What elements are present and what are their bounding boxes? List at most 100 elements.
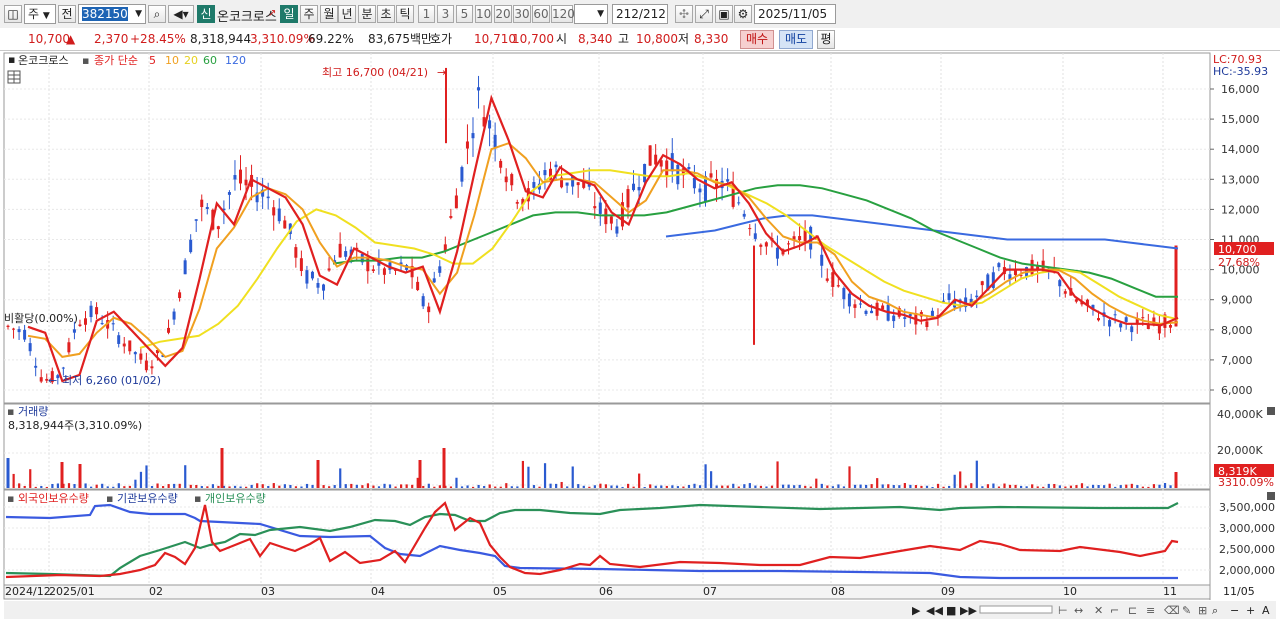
x-label-04: 04 (371, 585, 385, 598)
volume-bar (1025, 486, 1028, 488)
font-size-icon[interactable]: A (1262, 604, 1270, 617)
save-icon[interactable]: ▣ (715, 5, 733, 23)
volume-bar (654, 485, 657, 488)
price-y-axis: 16,00015,00014,00013,00012,00011,00010,0… (1210, 83, 1260, 397)
interval-10[interactable]: 10 (475, 5, 492, 23)
code-input[interactable]: 382150 ▼ (78, 4, 146, 24)
eval-button[interactable]: 평 (817, 30, 835, 49)
buy-button[interactable]: 매수 (740, 30, 774, 49)
search-icon[interactable]: ⌕ (148, 5, 166, 23)
volume-bar (793, 485, 796, 488)
interval-select[interactable]: ▼ (574, 4, 608, 24)
tab-week[interactable]: 주 (300, 5, 318, 23)
volume-bar (870, 484, 873, 488)
candle-body (925, 321, 929, 328)
arrow-icon[interactable]: ↔ (1074, 604, 1083, 617)
interval-60[interactable]: 60 (532, 5, 550, 23)
pane-menu-icon[interactable]: ▪ (82, 54, 89, 67)
candle-body (178, 292, 182, 299)
crosshair-icon[interactable]: ✣ (675, 5, 693, 23)
interval-30[interactable]: 30 (513, 5, 531, 23)
sell-button[interactable]: 매도 (779, 30, 813, 49)
volume-bar (178, 483, 181, 488)
volume-bar (1152, 484, 1156, 488)
candle-body (726, 179, 730, 182)
cross-icon[interactable]: ✕ (1094, 604, 1103, 617)
draw-icon[interactable]: ⤢ (695, 5, 713, 23)
interval-5[interactable]: 5 (456, 5, 473, 23)
pane-collapse-icon[interactable]: ▪ (7, 405, 14, 418)
volume-bar (344, 484, 347, 488)
candle-body (438, 266, 442, 273)
candle-body (787, 243, 791, 245)
pencil-icon[interactable]: ✎ (1182, 604, 1191, 617)
volume-bar (571, 466, 574, 488)
volume-bar (549, 483, 552, 488)
tab-month[interactable]: 월 (320, 5, 338, 23)
tab-year[interactable]: 년 (338, 5, 356, 23)
candle-body (183, 260, 187, 275)
x-label-07: 07 (703, 585, 717, 598)
pane-close-icon[interactable] (1267, 407, 1275, 415)
tab-minute[interactable]: 분 (358, 5, 376, 23)
pane-close-icon[interactable] (1267, 492, 1275, 500)
volume-bar (366, 483, 370, 488)
volume-bar (798, 484, 801, 488)
volume-bar (737, 486, 740, 488)
layout-icon[interactable]: ◫ (4, 5, 22, 23)
candle-body (975, 295, 979, 298)
volume-bar (715, 485, 718, 488)
chart-area[interactable]: ▪ 온코크로스 ▪ 종가 단순 5 10 20 60 120 최고 16,700… (0, 51, 1280, 621)
volume-bar (948, 485, 951, 488)
candle-body (128, 340, 132, 352)
scope-button[interactable]: 전 (58, 5, 76, 23)
play-icon[interactable]: ▶ (912, 604, 921, 617)
tab-day[interactable]: 일 (280, 5, 298, 23)
eraser-icon[interactable]: ⌫ (1164, 604, 1180, 617)
stop-icon[interactable]: ■ (946, 604, 956, 617)
channel-icon[interactable]: ⊏ (1128, 604, 1137, 617)
fib-icon[interactable]: ≡ (1146, 604, 1155, 617)
volume-bar (156, 483, 159, 488)
x-label-2024-12: 2024/12 (5, 585, 51, 598)
measure-icon[interactable]: ⊢ (1058, 604, 1068, 617)
interval-120[interactable]: 120 (551, 5, 575, 23)
volume-bar (997, 486, 1001, 488)
candle-body (504, 176, 508, 183)
date-input[interactable]: 2025/11/05▦ (754, 4, 836, 39)
interval-1[interactable]: 1 (418, 5, 435, 23)
candle-body (338, 243, 342, 258)
tab-tick[interactable]: 틱 (396, 5, 414, 23)
volume-bar (67, 483, 71, 488)
candle-body (100, 323, 104, 325)
candle-body (731, 187, 735, 207)
candle-body (997, 263, 1001, 268)
volume-bar (848, 466, 851, 488)
volume-bar (117, 483, 120, 488)
svg-text:▪: ▪ (194, 492, 201, 505)
scroll-bar[interactable] (4, 601, 1276, 619)
line-tool-icon[interactable]: ⌐ (1110, 604, 1119, 617)
candle-body (39, 377, 43, 382)
grid-icon[interactable]: ⊞ (1198, 604, 1207, 617)
link-icon[interactable]: ↗ (268, 8, 276, 19)
pane-collapse-icon[interactable]: ▪ (8, 53, 15, 66)
forward-icon[interactable]: ▶▶ (960, 604, 977, 617)
minus-icon[interactable]: − (1230, 604, 1239, 617)
zoom-slider[interactable] (979, 605, 1053, 614)
volume-bar (898, 485, 901, 488)
period-type-select[interactable]: 주 ▼ (24, 4, 56, 24)
stock-chart[interactable]: ▪ 온코크로스 ▪ 종가 단순 5 10 20 60 120 최고 16,700… (0, 51, 1280, 621)
x-label-06: 06 (599, 585, 613, 598)
volume-bar (1174, 472, 1178, 488)
speaker-icon[interactable]: ◀▾ (168, 5, 194, 23)
zoom-in-icon[interactable]: ⌕ (1212, 604, 1218, 617)
interval-20[interactable]: 20 (494, 5, 512, 23)
gear-icon[interactable]: ⚙ (734, 5, 752, 23)
candle-body (61, 367, 65, 369)
volume-bar (532, 485, 536, 488)
interval-3[interactable]: 3 (437, 5, 454, 23)
rewind-icon[interactable]: ◀◀ (926, 604, 943, 617)
tab-second[interactable]: 초 (377, 5, 395, 23)
plus-icon[interactable]: + (1246, 604, 1255, 617)
